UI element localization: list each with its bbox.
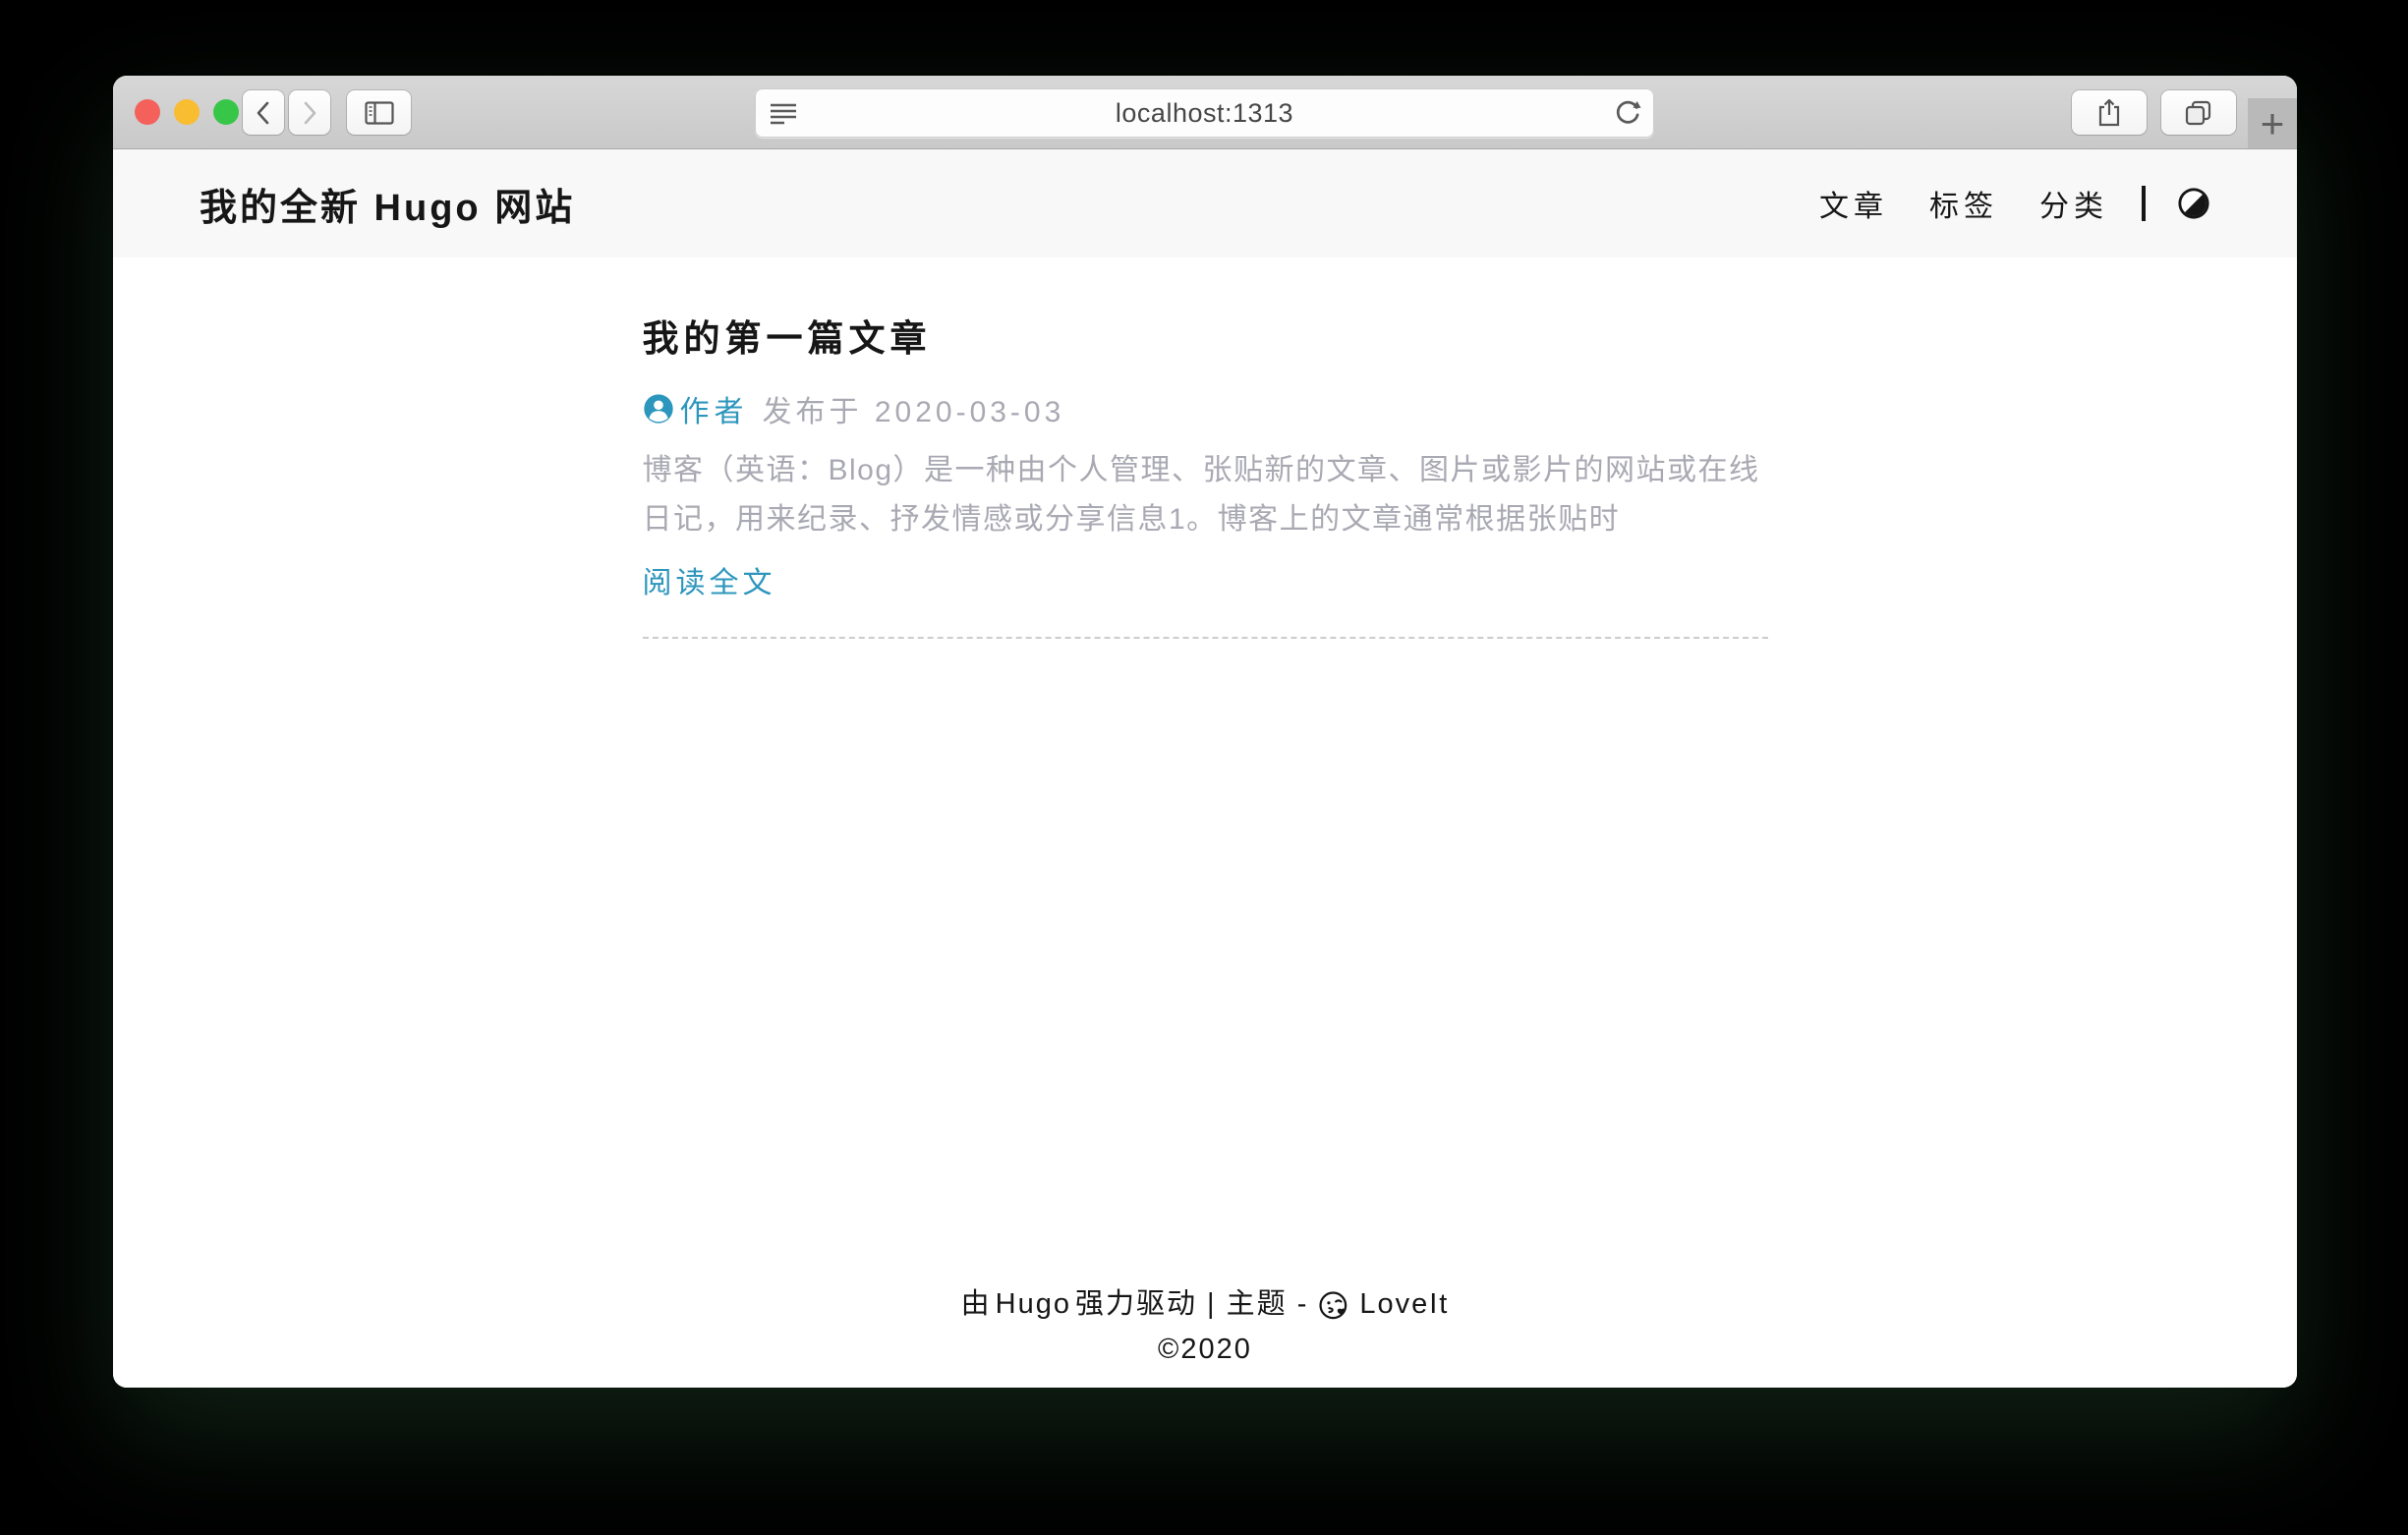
minimize-window-button[interactable] <box>174 99 200 125</box>
half-circle-contrast-icon <box>2177 187 2210 220</box>
plus-icon: + <box>2261 103 2285 144</box>
theme-toggle-button[interactable] <box>2177 187 2210 220</box>
nav-item-categories[interactable]: 分类 <box>2039 182 2108 225</box>
user-circle-icon <box>643 393 674 425</box>
reload-button[interactable] <box>1613 97 1642 129</box>
hugo-link[interactable]: Hugo <box>996 1281 1071 1327</box>
loveit-theme-link[interactable]: LoveIt <box>1359 1281 1449 1327</box>
read-more-link[interactable]: 阅读全文 <box>643 558 776 601</box>
safari-window: localhost:1313 <box>113 76 2297 1388</box>
nav-item-posts[interactable]: 文章 <box>1819 182 1888 225</box>
forward-button[interactable] <box>289 90 330 135</box>
post-date: 发布于 2020-03-03 <box>763 387 1065 430</box>
browser-toolbar: localhost:1313 <box>113 76 2297 149</box>
author-name: 作者 <box>680 387 749 430</box>
sidebar-toggle-button[interactable] <box>347 90 411 135</box>
post-meta: 作者 发布于 2020-03-03 <box>643 387 1768 430</box>
chevron-left-icon <box>254 100 273 126</box>
nav-separator <box>2142 186 2146 221</box>
close-window-button[interactable] <box>135 99 160 125</box>
post-summary-card: 我的第一篇文章 作者 发布于 2020-03-03 博客（英语：Blog）是一种… <box>643 309 1768 639</box>
sidebar-icon <box>365 101 394 125</box>
face-blowing-kiss-icon <box>1318 1290 1349 1322</box>
site-header: 我的全新 Hugo 网站 文章 标签 分类 <box>113 149 2297 257</box>
footer-text-prefix: 由 <box>961 1281 992 1327</box>
footer-text-middle: 强力驱动 | 主题 - <box>1075 1281 1308 1327</box>
new-tab-button[interactable]: + <box>2248 98 2297 148</box>
share-icon <box>2096 98 2122 128</box>
page-content: 我的第一篇文章 作者 发布于 2020-03-03 博客（英语：Blog）是一种… <box>113 257 2297 1388</box>
post-summary-text: 博客（英语：Blog）是一种由个人管理、张贴新的文章、图片或影片的网站或在线日记… <box>643 446 1768 544</box>
author-link[interactable]: 作者 <box>643 387 749 430</box>
footer-powered-line: 由 Hugo 强力驱动 | 主题 - LoveIt <box>113 1281 2297 1327</box>
footer-copyright: ©2020 <box>113 1327 2297 1372</box>
back-button[interactable] <box>243 90 284 135</box>
chevron-right-icon <box>300 100 319 126</box>
desktop-background: localhost:1313 <box>0 0 2408 1535</box>
site-title-link[interactable]: 我的全新 Hugo 网站 <box>200 177 575 231</box>
tabs-icon <box>2184 99 2213 127</box>
reader-view-button[interactable] <box>769 101 798 125</box>
tab-overview-button[interactable] <box>2161 90 2236 135</box>
address-bar[interactable]: localhost:1313 <box>755 88 1654 138</box>
post-divider <box>643 637 1768 639</box>
zoom-window-button[interactable] <box>213 99 239 125</box>
post-title-link[interactable]: 我的第一篇文章 <box>643 309 1768 362</box>
nav-item-tags[interactable]: 标签 <box>1929 182 1998 225</box>
share-button[interactable] <box>2072 90 2147 135</box>
url-text: localhost:1313 <box>755 98 1654 129</box>
site-footer: 由 Hugo 强力驱动 | 主题 - LoveIt © <box>113 1281 2297 1388</box>
site-nav: 文章 标签 分类 <box>1778 182 2210 225</box>
